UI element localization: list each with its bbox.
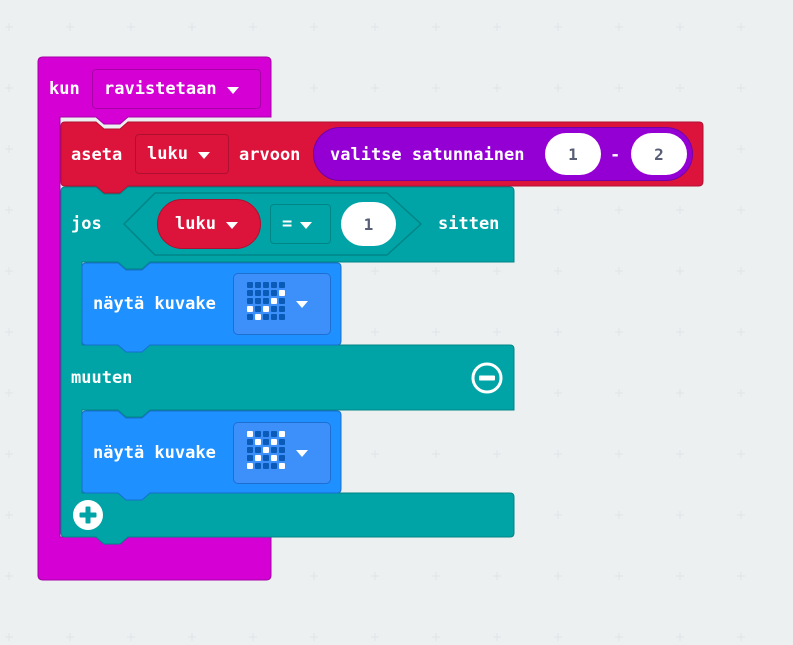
led-off (247, 439, 253, 445)
led-on (255, 455, 261, 461)
led-off (263, 431, 269, 437)
led-on (255, 439, 261, 445)
led-off (255, 431, 261, 437)
led-on (279, 431, 285, 437)
led-on (271, 439, 277, 445)
led-off (255, 463, 261, 469)
led-on (247, 463, 253, 469)
led-off (247, 455, 253, 461)
led-off (271, 447, 277, 453)
chevron-down-icon (296, 450, 308, 457)
show-icon-label: näytä kuvake (93, 443, 216, 463)
led-off (279, 439, 285, 445)
led-off (271, 431, 277, 437)
workspace[interactable]: kun ravistetaan aseta luku arvoon valits… (0, 0, 793, 645)
led-on (271, 455, 277, 461)
led-off (263, 463, 269, 469)
led-off (263, 439, 269, 445)
led-off (279, 455, 285, 461)
led-off (279, 447, 285, 453)
led-off (271, 463, 277, 469)
led-off (247, 447, 253, 453)
led-on (263, 447, 269, 453)
show-icon-block-shape (81, 410, 342, 501)
icon-picker-dropdown[interactable] (233, 422, 331, 484)
led-off (263, 455, 269, 461)
led-on (247, 431, 253, 437)
led-on (279, 463, 285, 469)
led-off (255, 447, 261, 453)
